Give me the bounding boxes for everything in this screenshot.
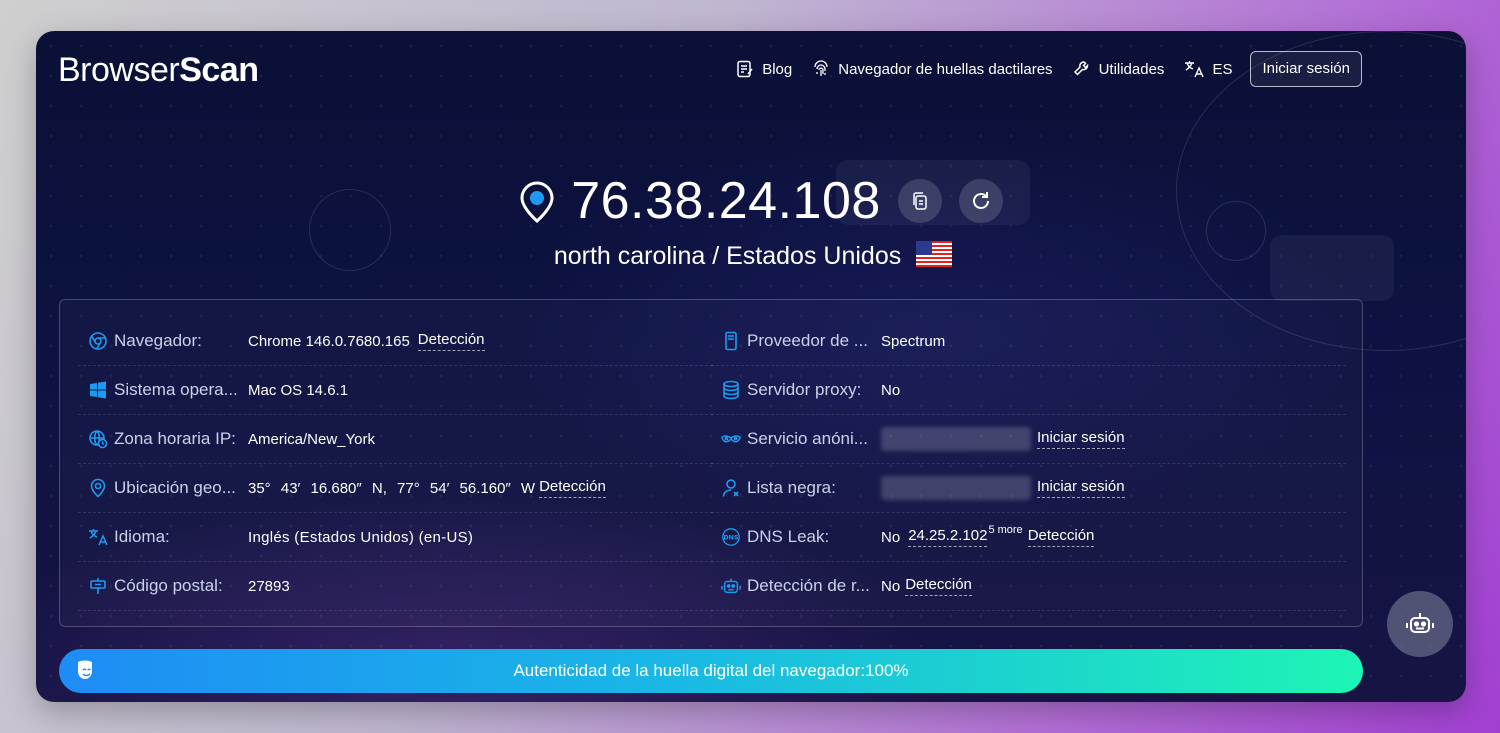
info-row-blacklist: Lista negra: Iniciar sesión bbox=[711, 464, 1346, 513]
info-row-robot-detection: Detección de r... No Detección bbox=[711, 562, 1346, 611]
info-value: Iniciar sesión bbox=[881, 476, 1125, 500]
info-row-postal: Código postal: 27893 bbox=[78, 562, 713, 611]
isp-value: Spectrum bbox=[881, 332, 946, 350]
language-value: Inglés (Estados Unidos) (en-US) bbox=[248, 528, 474, 546]
info-label: DNS Leak: bbox=[747, 527, 830, 546]
info-label: Lista negra: bbox=[747, 478, 836, 497]
info-label: Idioma: bbox=[114, 527, 170, 546]
info-label: Código postal: bbox=[114, 576, 223, 595]
svg-text:DNS: DNS bbox=[723, 535, 739, 542]
postal-value: 27893 bbox=[248, 577, 290, 595]
info-label: Servidor proxy: bbox=[747, 380, 862, 399]
info-row-anonymous-service: Servicio anóni... Iniciar sesión bbox=[711, 415, 1346, 464]
info-row-language: Idioma: Inglés (Estados Unidos) (en-US) bbox=[78, 513, 713, 562]
info-label: Servicio anóni... bbox=[747, 429, 868, 448]
us-flag-icon bbox=[916, 241, 953, 267]
ip-display: 76.38.24.108 bbox=[36, 171, 1466, 231]
refresh-icon bbox=[972, 192, 989, 209]
nav-blog-label: Blog bbox=[762, 60, 793, 78]
login-link[interactable]: Iniciar sesión bbox=[1037, 478, 1125, 498]
theater-masks-icon bbox=[78, 660, 92, 679]
language-label: ES bbox=[1212, 60, 1233, 78]
nav-utilities-label: Utilidades bbox=[1098, 60, 1165, 78]
timezone-value: America/New_York bbox=[248, 430, 375, 448]
windows-icon bbox=[88, 380, 108, 400]
user-icon bbox=[721, 478, 741, 498]
copy-icon bbox=[913, 192, 927, 210]
database-icon bbox=[721, 380, 741, 400]
info-value: No Detección bbox=[881, 576, 972, 596]
detection-link[interactable]: Detección bbox=[417, 331, 485, 351]
ip-location: north carolina / Estados Unidos bbox=[36, 241, 1466, 271]
postal-sign-icon bbox=[88, 576, 108, 596]
info-row-geolocation: Ubicación geo... 35° 43′ 16.680″ N, 77° … bbox=[78, 464, 713, 513]
info-value: 35° 43′ 16.680″ N, 77° 54′ 56.160″ W Dete… bbox=[248, 478, 606, 498]
chat-bot-button[interactable] bbox=[1387, 591, 1453, 657]
info-row-isp: Proveedor de ... Spectrum bbox=[711, 317, 1346, 366]
ip-address: 76.38.24.108 bbox=[571, 172, 881, 230]
info-row-browser: Navegador: Chrome 146.0.7680.165 Detecció… bbox=[78, 317, 713, 366]
copy-ip-button[interactable] bbox=[897, 179, 942, 223]
fingerprint-icon bbox=[814, 60, 828, 76]
robot-detection-value: No bbox=[881, 577, 901, 595]
authenticity-text: Autenticidad de la huella digital del na… bbox=[513, 661, 909, 680]
detection-link[interactable]: Detección bbox=[539, 478, 606, 498]
location-text: north carolina / Estados Unidos bbox=[553, 242, 902, 270]
geolocation-value: 35° 43′ 16.680″ N, 77° 54′ 56.160″ W bbox=[248, 479, 536, 497]
dns-leak-value: No bbox=[881, 528, 901, 546]
info-label: Zona horaria IP: bbox=[114, 429, 236, 448]
info-row-os: Sistema opera... Mac OS 14.6.1 bbox=[78, 366, 713, 415]
robot-icon bbox=[1406, 613, 1434, 633]
browser-version: Chrome 146.0.7680.165 bbox=[248, 332, 410, 350]
browserscan-logo[interactable]: BrowserScan bbox=[58, 51, 259, 90]
info-label: Proveedor de ... bbox=[747, 331, 868, 350]
login-button[interactable]: Iniciar sesión bbox=[1250, 51, 1362, 87]
nav-utilities[interactable]: Utilidades bbox=[1073, 60, 1165, 78]
info-panel: Navegador: Chrome 146.0.7680.165 Detecció… bbox=[59, 299, 1363, 627]
authenticity-bar: Autenticidad de la huella digital del na… bbox=[59, 649, 1363, 693]
wrench-icon bbox=[1073, 61, 1088, 76]
location-pin-icon bbox=[520, 181, 554, 223]
nav-fingerprint-label: Navegador de huellas dactilares bbox=[838, 60, 1053, 78]
server-icon bbox=[721, 331, 741, 351]
detection-link[interactable]: Detección bbox=[905, 576, 972, 596]
logo-text-prefix: Browser bbox=[58, 51, 180, 89]
robot-icon bbox=[721, 576, 741, 596]
info-value: No 24.25.2.102 5 more Detección bbox=[881, 524, 1095, 547]
login-link[interactable]: Iniciar sesión bbox=[1037, 429, 1125, 449]
blog-icon bbox=[737, 60, 753, 78]
browserscan-window: BrowserScan Blog Navegador de huellas da… bbox=[36, 31, 1466, 702]
blurred-value bbox=[881, 476, 1031, 500]
blurred-value bbox=[881, 427, 1031, 451]
info-value: Iniciar sesión bbox=[881, 427, 1125, 451]
os-value: Mac OS 14.6.1 bbox=[248, 381, 349, 399]
dns-ip-link[interactable]: 24.25.2.102 bbox=[908, 527, 988, 547]
location-icon bbox=[88, 478, 108, 498]
language-selector[interactable]: ES bbox=[1184, 60, 1232, 78]
refresh-button[interactable] bbox=[958, 179, 1003, 223]
nav-fingerprint-browser[interactable]: Navegador de huellas dactilares bbox=[812, 60, 1053, 78]
proxy-value: No bbox=[881, 381, 901, 399]
info-label: Ubicación geo... bbox=[114, 478, 236, 497]
translate-icon bbox=[1185, 61, 1205, 78]
dns-icon: DNS bbox=[721, 527, 741, 547]
info-value: Chrome 146.0.7680.165 Detección bbox=[248, 331, 485, 351]
info-row-dns-leak: DNS DNS Leak: No 24.25.2.102 5 more Detecci… bbox=[711, 513, 1346, 562]
info-column-left: Navegador: Chrome 146.0.7680.165 Detecció… bbox=[78, 317, 713, 611]
globe-clock-icon bbox=[88, 429, 108, 449]
info-label: Sistema opera... bbox=[114, 380, 238, 399]
top-nav: Blog Navegador de huellas dactilares Uti… bbox=[716, 51, 1362, 87]
dns-more-count[interactable]: 5 more bbox=[988, 524, 1022, 536]
info-label: Detección de r... bbox=[747, 576, 870, 595]
info-row-timezone: Zona horaria IP: America/New_York bbox=[78, 415, 713, 464]
nav-blog[interactable]: Blog bbox=[736, 60, 792, 78]
info-row-proxy: Servidor proxy: No bbox=[711, 366, 1346, 415]
info-column-right: Proveedor de ... Spectrum Servidor proxy… bbox=[711, 317, 1346, 611]
info-label: Navegador: bbox=[114, 331, 202, 350]
logo-text-suffix: Scan bbox=[179, 51, 259, 89]
translate-icon bbox=[88, 527, 108, 547]
detection-link[interactable]: Detección bbox=[1027, 527, 1095, 547]
chrome-icon bbox=[88, 331, 108, 351]
mask-icon bbox=[721, 429, 741, 449]
